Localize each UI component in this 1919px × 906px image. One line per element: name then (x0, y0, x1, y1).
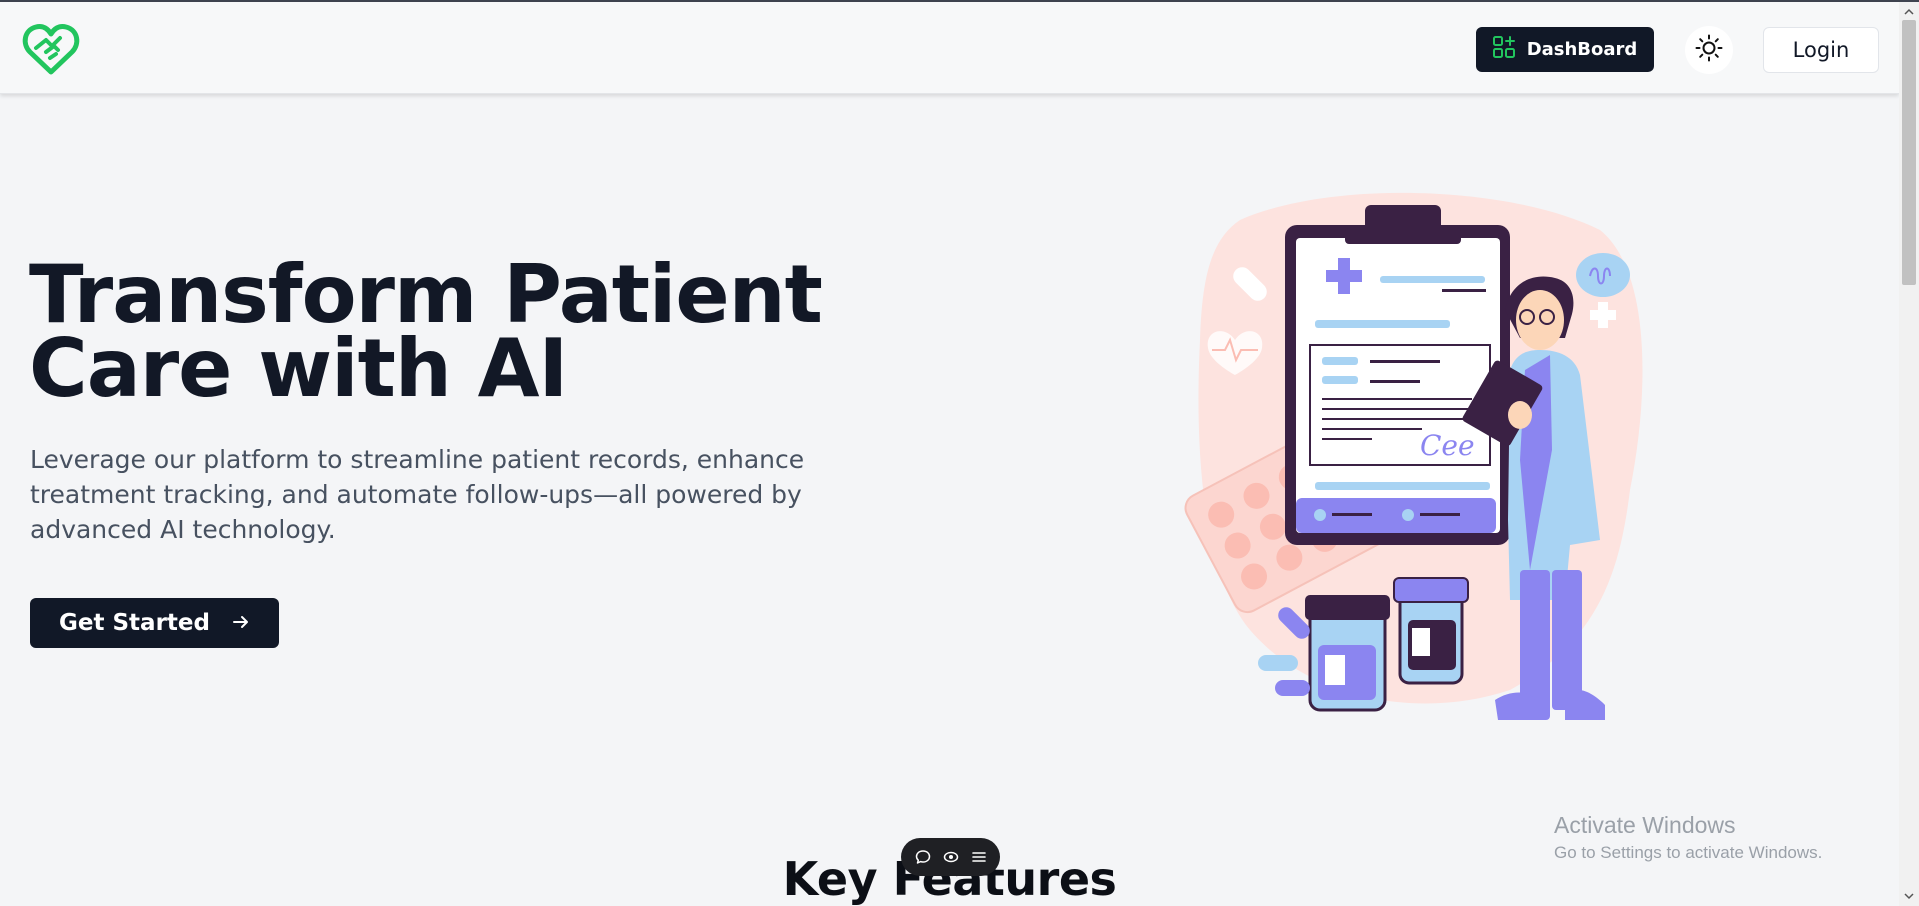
dashboard-button[interactable]: DashBoard (1476, 27, 1654, 72)
dashboard-grid-icon (1492, 36, 1515, 63)
menu-icon[interactable] (971, 849, 987, 865)
login-button[interactable]: Login (1763, 27, 1879, 73)
comment-icon[interactable] (915, 849, 931, 865)
sun-icon (1695, 34, 1723, 66)
hero-illustration: Cee (1180, 190, 1660, 730)
dashboard-button-label: DashBoard (1526, 39, 1638, 60)
heart-logo-icon[interactable] (22, 22, 80, 76)
windows-activation-watermark: Activate Windows Go to Settings to activ… (1554, 810, 1822, 866)
hero-title: Transform Patient Care with AI (29, 255, 829, 409)
scroll-down-arrow-icon[interactable] (1899, 888, 1919, 904)
floating-toolbar (901, 838, 1000, 876)
hero-description: Leverage our platform to streamline pati… (30, 445, 805, 544)
vertical-scrollbar[interactable] (1899, 2, 1919, 906)
watermark-title: Activate Windows (1554, 812, 1736, 838)
get-started-button[interactable]: Get Started (30, 598, 279, 648)
theme-toggle-button[interactable] (1685, 26, 1733, 74)
get-started-label: Get Started (59, 610, 210, 636)
navbar: DashBoard Login (0, 2, 1899, 94)
svg-text:Cee: Cee (1420, 429, 1475, 462)
scrollbar-thumb[interactable] (1902, 20, 1916, 285)
arrow-right-icon (232, 610, 250, 636)
scroll-up-arrow-icon[interactable] (1899, 4, 1919, 20)
eye-icon[interactable] (943, 849, 959, 865)
hero-title-line2: Care with AI (29, 322, 568, 415)
login-button-label: Login (1792, 38, 1850, 62)
watermark-subtitle: Go to Settings to activate Windows. (1554, 843, 1823, 862)
